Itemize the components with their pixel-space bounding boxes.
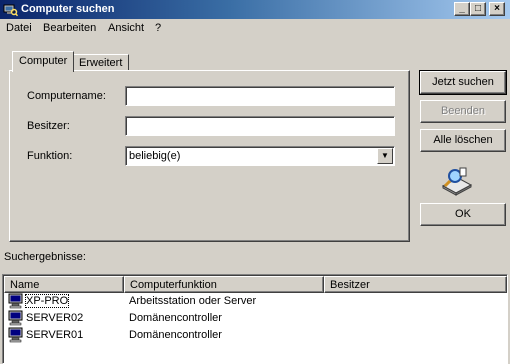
table-row[interactable]: XP-PRO Arbeitsstation oder Server [4, 293, 506, 310]
menu-bar: Datei Bearbeiten Ansicht ? [0, 19, 510, 38]
table-row[interactable]: SERVER01 Domänencontroller [4, 327, 506, 344]
tab-computer-label: Computer [19, 55, 68, 67]
results-list[interactable]: Name Computerfunktion Besitzer XP-PRO Ar… [2, 274, 508, 364]
maximize-button[interactable]: □ [470, 2, 486, 16]
menu-bearbeiten[interactable]: Bearbeiten [43, 22, 96, 34]
menu-help[interactable]: ? [155, 22, 161, 34]
results-label: Suchergebnisse: [4, 251, 86, 263]
ok-button[interactable]: OK [420, 203, 506, 226]
column-header-owner[interactable]: Besitzer [324, 276, 507, 293]
funktion-select[interactable]: beliebig(e) ▼ [125, 146, 395, 166]
menu-ansicht[interactable]: Ansicht [108, 22, 144, 34]
funktion-value: beliebig(e) [129, 150, 181, 162]
besitzer-input[interactable] [125, 116, 395, 136]
tab-computer[interactable]: Computer [12, 51, 75, 72]
search-now-button[interactable]: Jetzt suchen [419, 70, 507, 95]
computer-icon [8, 293, 23, 309]
minimize-button[interactable]: _ [454, 2, 470, 16]
row-function: Domänencontroller [129, 312, 222, 324]
besitzer-label: Besitzer: [27, 120, 70, 132]
column-header-function[interactable]: Computerfunktion [124, 276, 324, 293]
computer-icon [8, 327, 23, 343]
tab-panel-computer: Computername: Besitzer: Funktion: belieb… [9, 70, 410, 242]
close-button[interactable]: × [489, 2, 505, 16]
column-header-name[interactable]: Name [4, 276, 124, 293]
row-name: XP-PRO [24, 294, 70, 308]
funktion-label: Funktion: [27, 150, 73, 162]
search-animation-icon [441, 167, 473, 196]
clear-all-button[interactable]: Alle löschen [420, 129, 506, 152]
row-name: SERVER01 [26, 329, 84, 341]
row-function: Domänencontroller [129, 329, 222, 341]
computername-input[interactable] [125, 86, 395, 106]
computername-label: Computername: [27, 90, 106, 102]
computer-icon [8, 310, 23, 326]
table-row[interactable]: SERVER02 Domänencontroller [4, 310, 506, 327]
chevron-down-icon[interactable]: ▼ [377, 148, 393, 164]
title-bar[interactable]: Computer suchen _ □ × [0, 0, 510, 19]
row-name: SERVER02 [26, 312, 84, 324]
stop-button[interactable]: Beenden [420, 100, 506, 123]
window-title: Computer suchen [21, 3, 115, 15]
tab-erweitert[interactable]: Erweitert [72, 54, 130, 71]
tab-erweitert-label: Erweitert [79, 57, 123, 69]
menu-datei[interactable]: Datei [6, 22, 32, 34]
find-computer-icon [3, 4, 18, 17]
row-function: Arbeitsstation oder Server [129, 295, 257, 307]
